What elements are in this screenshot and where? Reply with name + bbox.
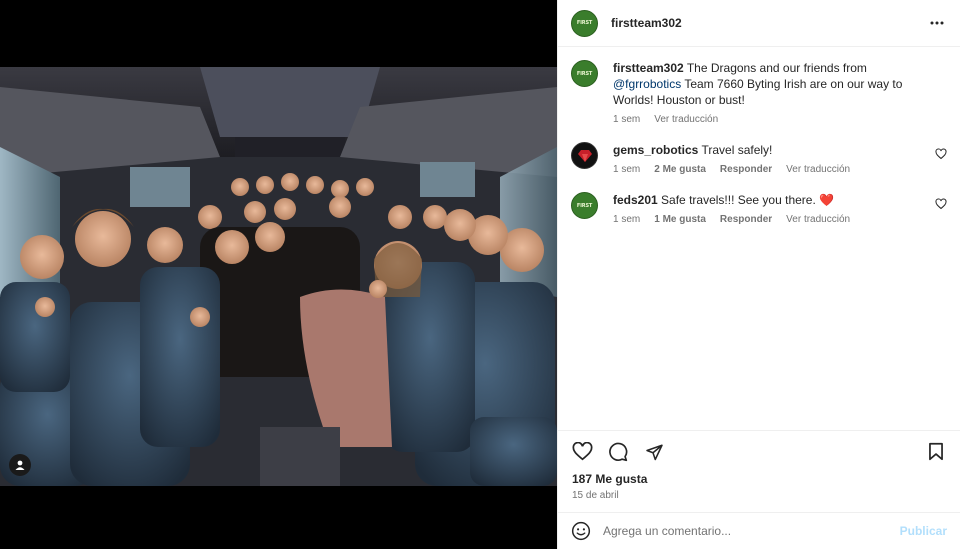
comment-username[interactable]: gems_robotics <box>613 143 698 157</box>
like-button[interactable] <box>571 441 593 463</box>
caption-text-before: The Dragons and our friends from <box>686 61 867 75</box>
heart-emoji: ❤️ <box>819 193 835 207</box>
avatar-logo-text: FIRST <box>576 20 593 26</box>
caption-username[interactable]: firstteam302 <box>613 61 684 75</box>
reply-button[interactable]: Responder <box>720 164 772 175</box>
header-username[interactable]: firstteam302 <box>611 16 682 30</box>
comment-body: gems_robotics Travel safely! 1 sem 2 Me … <box>613 142 947 175</box>
share-icon <box>645 444 663 460</box>
heart-icon <box>572 442 592 461</box>
comment-meta: 1 sem 1 Me gusta Responder Ver traducció… <box>613 214 925 225</box>
post-date[interactable]: 15 de abril <box>558 486 960 512</box>
caption-body: firstteam302 The Dragons and our friends… <box>613 60 947 125</box>
comment-heart-icon[interactable] <box>935 198 947 210</box>
comment-username[interactable]: feds201 <box>613 193 658 207</box>
translate-link[interactable]: Ver traducción <box>786 164 850 175</box>
comment-item: FIRST feds201 Safe travels!!! See you th… <box>571 192 947 225</box>
bookmark-icon <box>929 442 943 461</box>
comment-body: feds201 Safe travels!!! See you there. ❤… <box>613 192 947 225</box>
team-logo-icon[interactable]: FIRST <box>571 9 598 37</box>
gems-robotics-avatar[interactable] <box>571 142 598 169</box>
more-options-button[interactable] <box>927 13 947 33</box>
comment-text: feds201 Safe travels!!! See you there. ❤… <box>613 192 925 208</box>
publish-button[interactable]: Publicar <box>900 524 947 538</box>
comment-input[interactable] <box>603 524 900 538</box>
comment-meta: 1 sem 2 Me gusta Responder Ver traducció… <box>613 164 925 175</box>
caption-text: firstteam302 The Dragons and our friends… <box>613 60 925 108</box>
tagged-users-button[interactable] <box>9 454 31 476</box>
save-button[interactable] <box>925 441 947 463</box>
comments-list: FIRST firstteam302 The Dragons and our f… <box>558 47 960 430</box>
caption-translate-link[interactable]: Ver traducción <box>654 114 718 125</box>
comment-content: Travel safely! <box>701 143 773 157</box>
likes-count[interactable]: 187 Me gusta <box>558 472 960 486</box>
avatar-logo-text: FIRST <box>576 202 593 209</box>
post-header: FIRST firstteam302 <box>558 0 960 47</box>
caption-mention[interactable]: @fgrrobotics <box>613 77 681 91</box>
action-bar <box>558 430 960 472</box>
reply-button[interactable]: Responder <box>720 214 772 225</box>
comment-time[interactable]: 1 sem <box>613 164 640 175</box>
more-options-icon <box>930 21 944 25</box>
person-icon <box>15 460 25 470</box>
smiley-icon[interactable] <box>571 521 591 541</box>
media-panel <box>0 0 557 549</box>
comment-icon <box>609 442 628 461</box>
avatar-logo-text: FIRST <box>576 70 593 77</box>
caption: FIRST firstteam302 The Dragons and our f… <box>571 60 947 125</box>
post-modal: FIRST firstteam302 FIRST firstteam302 Th… <box>0 0 960 549</box>
caption-time[interactable]: 1 sem <box>613 114 640 125</box>
caption-meta: 1 sem Ver traducción <box>613 114 925 125</box>
comment-text: gems_robotics Travel safely! <box>613 142 925 158</box>
comment-likes[interactable]: 2 Me gusta <box>654 164 706 175</box>
comment-heart-icon[interactable] <box>935 148 947 160</box>
info-panel: FIRST firstteam302 FIRST firstteam302 Th… <box>557 0 960 549</box>
feds201-avatar[interactable]: FIRST <box>571 192 598 219</box>
gem-logo-icon <box>577 149 592 162</box>
comment-time[interactable]: 1 sem <box>613 214 640 225</box>
comment-button[interactable] <box>607 441 629 463</box>
comment-content: Safe travels!!! See you there. <box>661 193 820 207</box>
translate-link[interactable]: Ver traducción <box>786 214 850 225</box>
add-comment-bar: Publicar <box>558 512 960 549</box>
post-photo[interactable] <box>0 67 557 486</box>
bus-interior-photo <box>0 67 557 486</box>
share-button[interactable] <box>643 441 665 463</box>
comment-item: gems_robotics Travel safely! 1 sem 2 Me … <box>571 142 947 175</box>
caption-avatar[interactable]: FIRST <box>571 60 598 87</box>
comment-likes[interactable]: 1 Me gusta <box>654 214 706 225</box>
